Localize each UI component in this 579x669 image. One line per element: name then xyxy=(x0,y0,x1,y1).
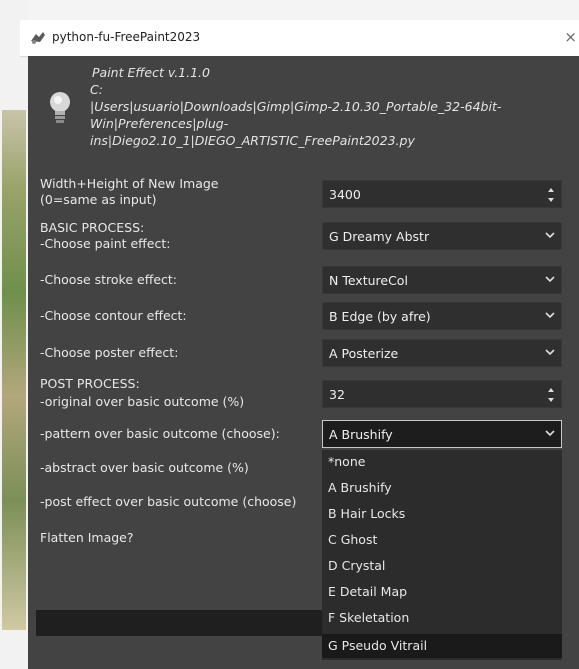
pattern-over-value: A Brushify xyxy=(329,427,393,442)
path-drive: C: xyxy=(90,82,103,97)
dropdown-option[interactable]: C Ghost xyxy=(328,532,377,547)
original-over-spinner[interactable]: 32 xyxy=(322,380,562,408)
contour-effect-value: B Edge (by afre) xyxy=(329,309,431,324)
path-line-1: |Users|usuario|Downloads|Gimp|Gimp-2.10.… xyxy=(90,99,502,114)
pattern-dropdown-list: *none A Brushify B Hair Locks C Ghost D … xyxy=(322,450,562,660)
background-image-edge xyxy=(2,110,26,630)
progress-bar xyxy=(36,610,322,636)
dropdown-option-highlighted[interactable]: G Pseudo Vitrail xyxy=(322,634,562,658)
chevron-down-icon xyxy=(545,430,555,437)
dropdown-option[interactable]: F Skeletation xyxy=(328,610,409,625)
width-height-value: 3400 xyxy=(329,187,361,202)
chevron-down-icon xyxy=(545,312,555,319)
post-effect-over-label: -post effect over basic outcome (choose) xyxy=(40,494,297,509)
poster-effect-value: A Posterize xyxy=(329,346,399,361)
pattern-over-select[interactable]: A Brushify xyxy=(322,420,562,448)
dropdown-option[interactable]: A Brushify xyxy=(328,480,392,495)
paint-effect-label: -Choose paint effect: xyxy=(40,236,171,251)
dropdown-option[interactable]: B Hair Locks xyxy=(328,506,405,521)
spinner-arrows-icon[interactable] xyxy=(547,385,555,405)
window-title: python-fu-FreePaint2023 xyxy=(52,30,201,44)
paint-effect-select[interactable]: G Dreamy Abstr xyxy=(322,222,562,250)
poster-effect-label: -Choose poster effect: xyxy=(40,345,179,360)
width-height-label: Width+Height of New Image (0=same as inp… xyxy=(40,176,219,208)
stroke-effect-value: N TextureCol xyxy=(329,273,408,288)
stroke-effect-label: -Choose stroke effect: xyxy=(40,272,177,287)
pattern-over-label: -pattern over basic outcome (choose): xyxy=(40,426,280,441)
dropdown-option[interactable]: *none xyxy=(328,454,365,469)
original-over-value: 32 xyxy=(329,387,345,402)
original-over-label: -original over basic outcome (%) xyxy=(40,394,245,409)
stroke-effect-select[interactable]: N TextureCol xyxy=(322,266,562,294)
chevron-down-icon xyxy=(545,276,555,283)
dropdown-option[interactable]: D Crystal xyxy=(328,558,385,573)
chevron-down-icon xyxy=(545,232,555,239)
plugin-info: Paint Effect v.1.1.0 C: |Users|usuario|D… xyxy=(90,64,560,149)
width-height-spinner[interactable]: 3400 xyxy=(322,180,562,208)
title-bar: python-fu-FreePaint2023 × xyxy=(20,20,579,57)
contour-effect-label: -Choose contour effect: xyxy=(40,308,187,323)
paint-effect-value: G Dreamy Abstr xyxy=(329,229,430,244)
path-line-3: ins|Diego2.10_1|DIEGO_ARTISTIC_FreePaint… xyxy=(90,133,415,148)
plugin-dialog: Paint Effect v.1.1.0 C: |Users|usuario|D… xyxy=(28,56,579,669)
background-window-strip xyxy=(0,0,28,669)
path-line-2: Win|Preferences|plug- xyxy=(90,116,229,131)
poster-effect-select[interactable]: A Posterize xyxy=(322,339,562,367)
close-icon[interactable]: × xyxy=(564,28,577,46)
contour-effect-select[interactable]: B Edge (by afre) xyxy=(322,302,562,330)
width-height-label-line1: Width+Height of New Image xyxy=(40,176,219,191)
width-height-label-line2: (0=same as input) xyxy=(40,192,157,207)
post-process-heading: POST PROCESS: xyxy=(40,376,140,391)
flatten-image-label: Flatten Image? xyxy=(40,530,134,545)
dropdown-option[interactable]: E Detail Map xyxy=(328,584,407,599)
version-text: Paint Effect v.1.1.0 xyxy=(92,65,210,80)
abstract-over-label: -abstract over basic outcome (%) xyxy=(40,460,249,475)
gimp-icon xyxy=(31,32,45,44)
basic-process-heading: BASIC PROCESS: xyxy=(40,220,145,235)
chevron-down-icon xyxy=(545,349,555,356)
lightbulb-icon xyxy=(50,92,70,123)
spinner-arrows-icon[interactable] xyxy=(547,185,555,205)
